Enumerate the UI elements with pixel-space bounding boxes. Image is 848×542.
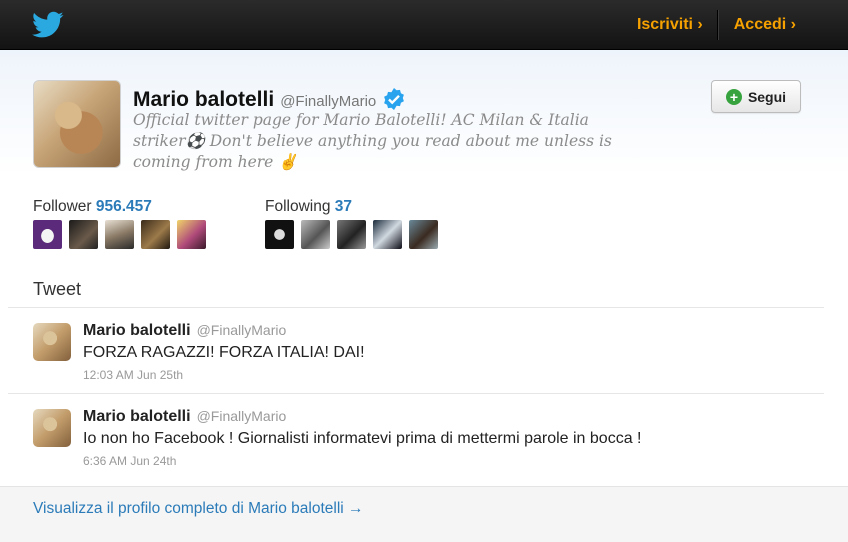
tweet-avatar[interactable]: [33, 323, 71, 361]
profile-header: Mario balotelli @FinallyMario Official t…: [0, 50, 848, 278]
profile-name: Mario balotelli: [133, 88, 275, 111]
tweet-author-name: Mario balotelli: [83, 322, 191, 339]
following-avatar[interactable]: [265, 220, 294, 249]
following-thumbnails: [265, 220, 445, 249]
profile-handle: @FinallyMario: [280, 93, 377, 110]
full-profile-link[interactable]: Visualizza il profilo completo di Mario …: [33, 500, 364, 518]
top-nav: Iscriviti › Accedi ›: [621, 0, 848, 50]
tweet-text: FORZA RAGAZZI! FORZA ITALIA! DAI!: [83, 344, 365, 361]
followers-count: 956.457: [95, 198, 152, 215]
divider: [8, 393, 824, 394]
follow-button[interactable]: + Segui: [711, 80, 801, 113]
following-avatar[interactable]: [409, 220, 438, 249]
verified-badge-icon: [384, 88, 405, 110]
signup-link[interactable]: Iscriviti ›: [621, 10, 718, 40]
follower-avatar[interactable]: [177, 220, 206, 249]
twitter-bird-icon[interactable]: [32, 11, 64, 39]
profile-bio: Official twitter page for Mario Balotell…: [133, 111, 612, 171]
tweet-author[interactable]: Mario balotelli @FinallyMario: [83, 408, 286, 426]
followers-thumbnails: [33, 220, 213, 249]
following-avatar[interactable]: [337, 220, 366, 249]
following-count: 37: [334, 198, 353, 215]
following-label: Following: [265, 198, 331, 215]
follower-avatar[interactable]: [69, 220, 98, 249]
login-link[interactable]: Accedi ›: [718, 10, 848, 40]
tweet-timestamp[interactable]: 6:36 AM Jun 24th: [83, 454, 176, 468]
profile-avatar[interactable]: [33, 80, 121, 168]
following-avatar[interactable]: [373, 220, 402, 249]
following-stat[interactable]: Following 37: [265, 198, 352, 216]
follower-avatar[interactable]: [105, 220, 134, 249]
tweet-text: Io non ho Facebook ! Giornalisti informa…: [83, 430, 642, 447]
tweet-item[interactable]: Mario balotelli @FinallyMario FORZA RAGAZ…: [0, 322, 848, 407]
follower-avatar[interactable]: [141, 220, 170, 249]
follower-avatar[interactable]: [33, 220, 62, 249]
tweet-author[interactable]: Mario balotelli @FinallyMario: [83, 322, 286, 340]
tweets-heading: Tweet: [33, 279, 82, 299]
divider: [8, 307, 824, 308]
top-bar: Iscriviti › Accedi ›: [0, 0, 848, 50]
plus-icon: +: [725, 88, 742, 105]
tweet-item[interactable]: Mario balotelli @FinallyMario Io non ho F…: [0, 408, 848, 493]
tweet-author-name: Mario balotelli: [83, 408, 191, 425]
tweet-timestamp[interactable]: 12:03 AM Jun 25th: [83, 368, 183, 382]
tweet-author-handle: @FinallyMario: [196, 408, 287, 424]
followers-stat[interactable]: Follower 956.457: [33, 198, 152, 216]
following-avatar[interactable]: [301, 220, 330, 249]
followers-label: Follower: [33, 198, 92, 215]
tweet-author-handle: @FinallyMario: [196, 322, 287, 338]
follow-button-label: Segui: [747, 88, 787, 105]
profile-name-row: Mario balotelli @FinallyMario: [133, 82, 406, 112]
tweet-avatar[interactable]: [33, 409, 71, 447]
footer: Visualizza il profilo completo di Mario …: [0, 486, 848, 542]
